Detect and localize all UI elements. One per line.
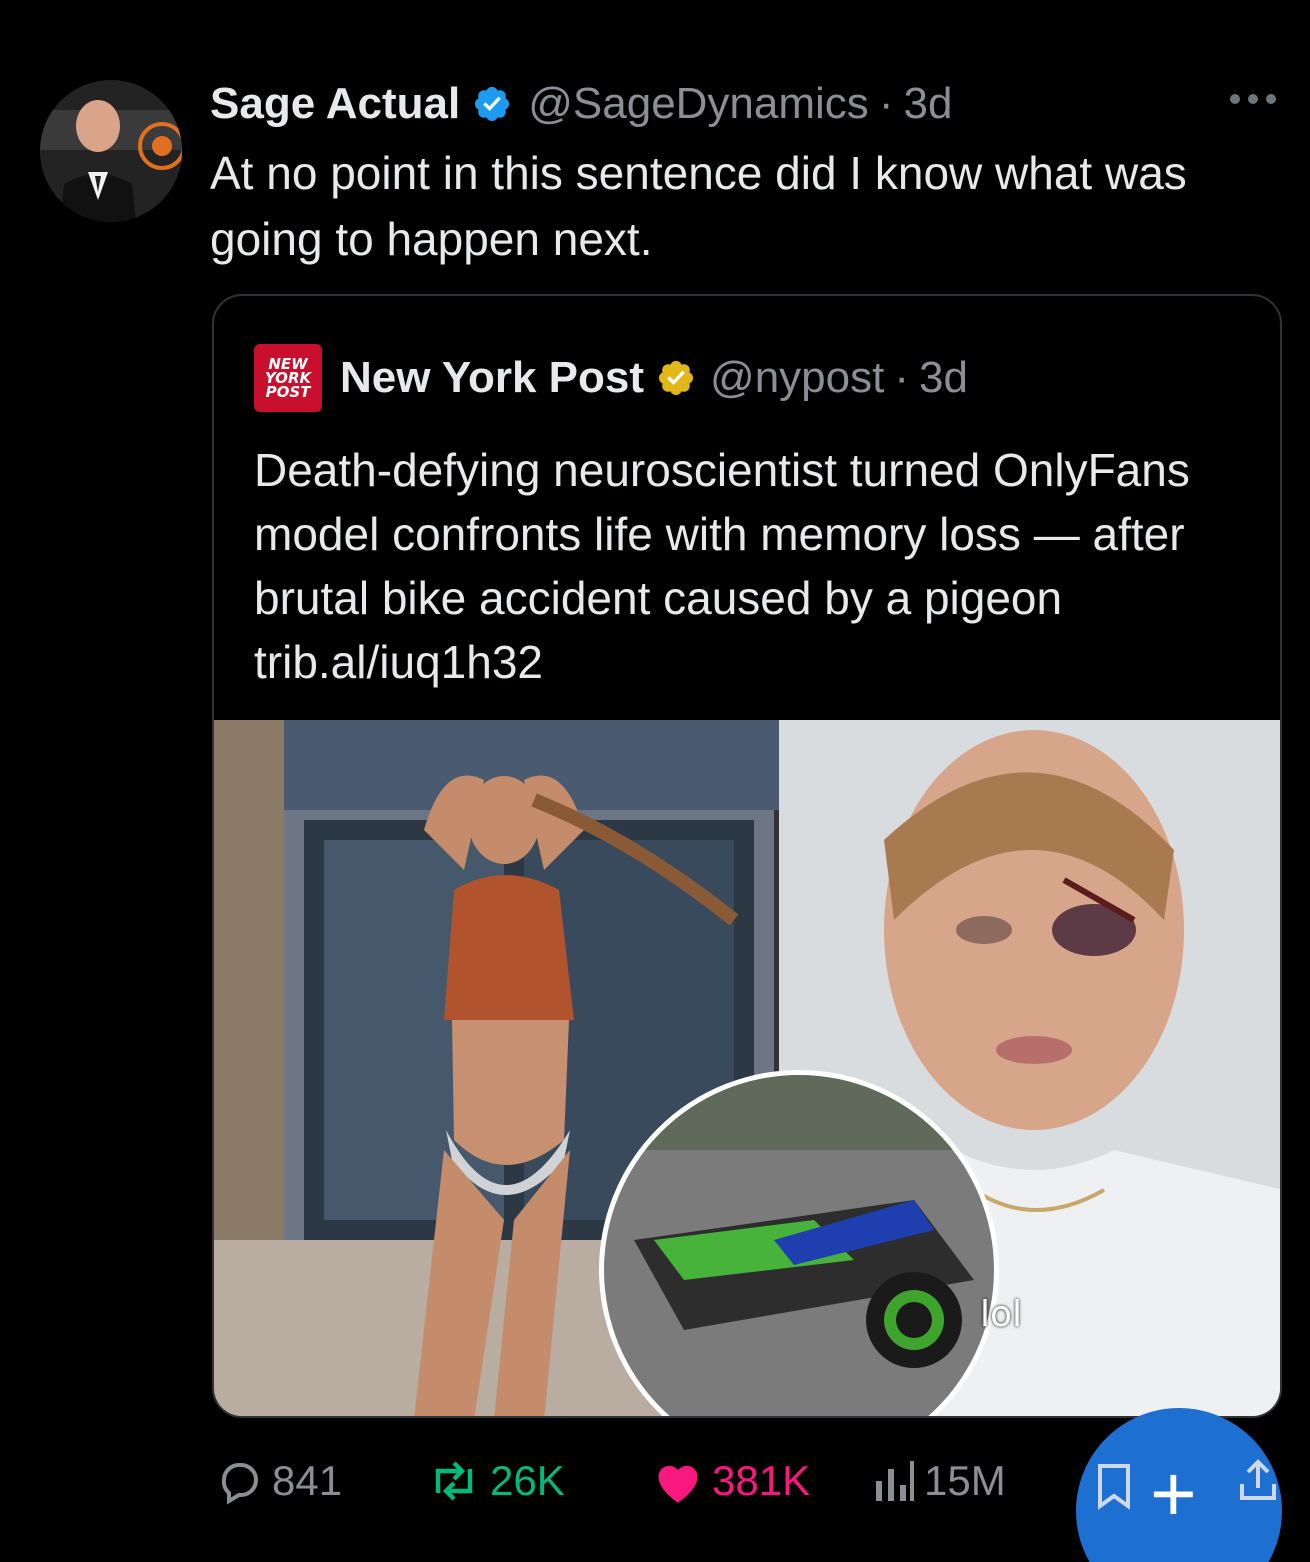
plus-icon[interactable]: + [1150,1454,1197,1534]
tweet-time[interactable]: 3d [903,79,952,129]
tweet-text: At no point in this sentence did I know … [210,147,1187,265]
bookmark-icon[interactable] [1094,1462,1134,1510]
quoted-tweet-time[interactable]: 3d [919,353,968,403]
reply-count: 841 [272,1457,343,1504]
more-options-icon[interactable] [1230,94,1276,104]
quoted-author-handle[interactable]: @nypost [710,353,884,403]
quoted-tweet-header: NEW YORK POST New York Post @nypost · 3d [254,344,968,412]
separator-dot: · [878,79,894,128]
tweet-card[interactable]: Sage Actual @SageDynamics · 3d At no poi… [0,0,1310,1562]
quoted-author-name[interactable]: New York Post [340,353,644,403]
speech-bubble-icon [221,1463,258,1505]
heart-icon [658,1465,698,1503]
like-count: 381K [712,1457,811,1504]
separator-dot: · [894,353,909,402]
author-name[interactable]: Sage Actual [210,79,460,129]
like-button[interactable]: 381K [652,1446,810,1516]
views-button[interactable]: 15M [872,1446,1006,1516]
retweet-button[interactable]: 26K [426,1446,565,1516]
image-overlay-text: lol [980,1294,1023,1335]
reply-button[interactable]: 841 [216,1446,342,1516]
new-york-post-logo[interactable]: NEW YORK POST [254,344,322,412]
quoted-tweet[interactable]: NEW YORK POST New York Post @nypost · 3d… [212,294,1282,1418]
views-count: 15M [924,1457,1006,1504]
quoted-tweet-image[interactable]: lol [214,720,1280,1416]
retweet-arrows-icon [435,1461,473,1501]
quoted-tweet-text: Death-defying neuroscientist turned Only… [254,444,1190,688]
verified-badge-icon [472,84,512,124]
retweet-count: 26K [490,1457,565,1504]
author-avatar[interactable] [40,80,182,222]
author-handle[interactable]: @SageDynamics [528,79,869,129]
share-upload-icon[interactable] [1236,1456,1280,1504]
tweet-header: Sage Actual @SageDynamics · 3d [210,74,952,134]
verified-gold-badge-icon [656,358,696,398]
bar-chart-icon [876,1461,914,1501]
